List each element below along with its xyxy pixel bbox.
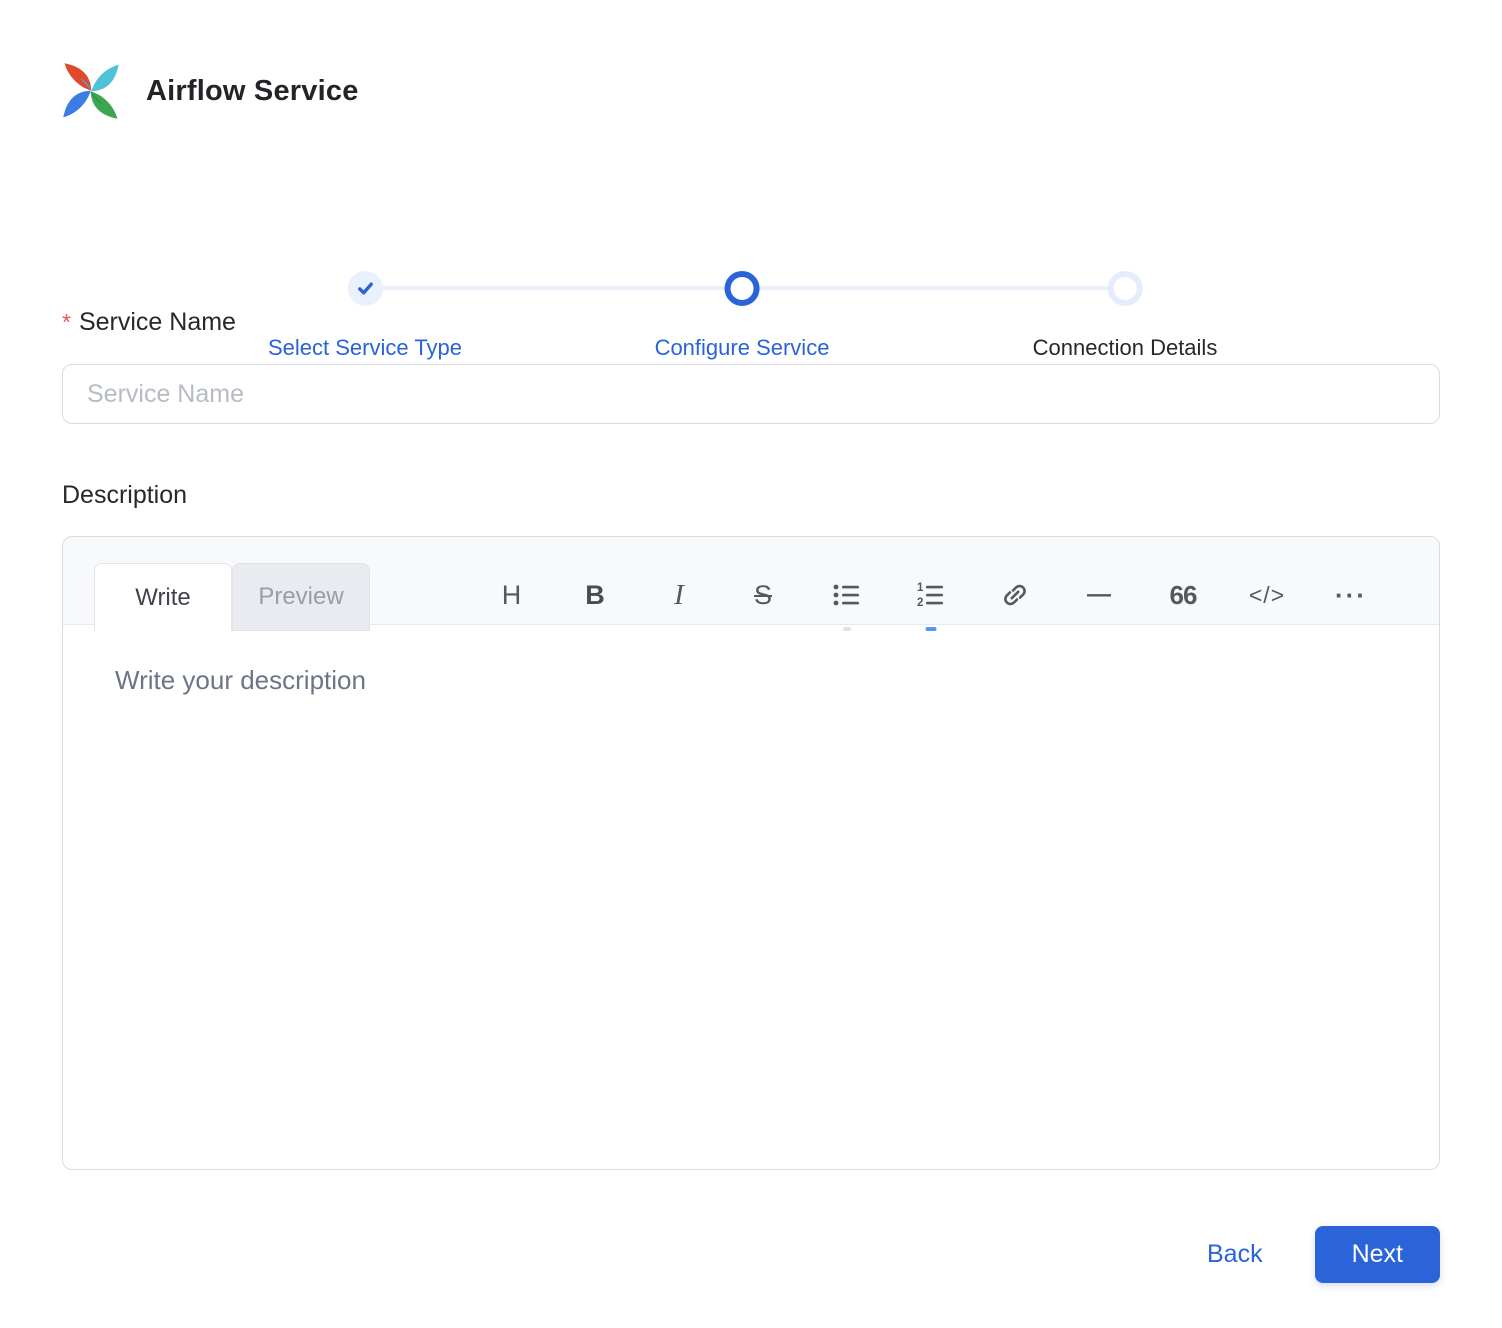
form-footer: Back Next	[62, 1226, 1440, 1283]
service-name-input[interactable]	[62, 364, 1440, 424]
ordered-list-caret	[925, 627, 937, 631]
step-label-configure-service: Configure Service	[654, 335, 830, 360]
configure-service-form: * Service Name Description Write Preview …	[62, 308, 1440, 1283]
unordered-list-icon[interactable]	[831, 573, 863, 631]
code-icon[interactable]: </>	[1249, 573, 1284, 617]
ordered-list-icon[interactable]: 1 2	[915, 573, 947, 631]
tab-preview[interactable]: Preview	[232, 563, 370, 631]
next-button[interactable]: Next	[1314, 1226, 1440, 1283]
page-title: Airflow Service	[146, 74, 359, 107]
page-header: Airflow Service	[0, 0, 1502, 124]
step-completed-check-icon	[347, 271, 383, 306]
heading-icon[interactable]: H	[495, 573, 527, 617]
step-pending-circle-icon	[1107, 271, 1143, 306]
link-icon[interactable]	[999, 573, 1031, 617]
more-icon[interactable]: ···	[1335, 573, 1367, 617]
unordered-list-caret	[843, 627, 851, 631]
markdown-editor: Write Preview H B I S 1 2 — 66 </> ··· W…	[62, 536, 1440, 1170]
step-label-select-service-type: Select Service Type	[267, 335, 463, 360]
airflow-logo-icon	[58, 58, 124, 124]
editor-toolbar: H B I S 1 2 — 66 </> ···	[495, 561, 1367, 631]
tab-write[interactable]: Write	[94, 563, 232, 631]
horizontal-rule-icon[interactable]: —	[1083, 573, 1115, 617]
description-textarea[interactable]	[63, 625, 1439, 1169]
service-name-label-text: Service Name	[78, 308, 236, 336]
bold-icon[interactable]: B	[579, 573, 611, 617]
required-asterisk: *	[62, 309, 71, 335]
step-configure-service: Configure Service	[654, 271, 830, 361]
back-button[interactable]: Back	[1207, 1240, 1263, 1269]
stepper: Select Service Type Configure Service Co…	[0, 132, 1502, 360]
svg-text:1: 1	[917, 582, 924, 594]
italic-icon[interactable]: I	[663, 573, 695, 617]
description-label: Description	[62, 481, 1440, 510]
description-label-text: Description	[62, 481, 188, 509]
add-service-page: Airflow Service Select Service Type Conf…	[0, 0, 1502, 1328]
svg-text:2: 2	[917, 597, 923, 608]
quote-icon[interactable]: 66	[1167, 573, 1199, 617]
step-active-circle-icon	[724, 271, 760, 306]
strikethrough-icon[interactable]: S	[747, 573, 779, 617]
step-label-connection-details: Connection Details	[1032, 335, 1218, 360]
editor-tabs: Write Preview	[94, 563, 370, 631]
editor-header: Write Preview H B I S 1 2 — 66 </> ···	[63, 537, 1439, 631]
step-connection-details: Connection Details	[1032, 271, 1218, 361]
step-select-service-type: Select Service Type	[268, 271, 462, 361]
